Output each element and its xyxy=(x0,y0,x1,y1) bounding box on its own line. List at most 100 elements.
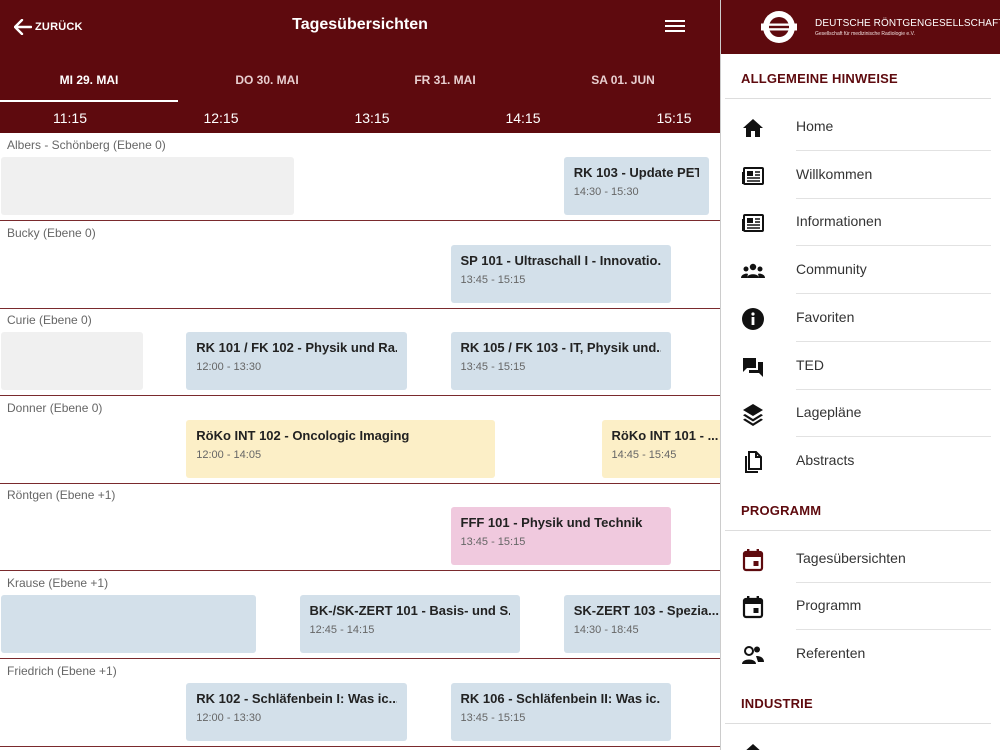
session-title: RK 106 - Schläfenbein II: Was ic... xyxy=(460,690,662,706)
drg-logo-icon xyxy=(743,9,815,45)
session-time: 14:30 - 18:45 xyxy=(573,624,639,636)
menu-item-referenten[interactable]: Referenten xyxy=(721,631,1000,678)
session-title: RöKo INT 101 - ... xyxy=(611,427,719,443)
document-icon xyxy=(741,450,765,474)
room-row-donner: Donner (Ebene 0) RöKo INT 102 - Oncologic… xyxy=(0,396,720,484)
room-name: Röntgen (Ebene +1) xyxy=(7,488,116,503)
menu-item-item[interactable] xyxy=(721,729,1000,750)
menu-item-label: Programm xyxy=(796,597,862,614)
chat-icon xyxy=(741,355,765,379)
menu-item-label: Tagesübersichten xyxy=(796,549,906,566)
session-time: 14:30 - 15:30 xyxy=(573,186,639,198)
room-row-albers: Albers - Schönberg (Ebene 0) RK 103 - Upd… xyxy=(0,133,720,221)
session-title: BK-/SK-ZERT 101 - Basis- und S... xyxy=(309,603,511,618)
group-icon xyxy=(741,259,765,283)
room-name: Albers - Schönberg (Ebene 0) xyxy=(7,138,166,152)
time-axis: 11:15 12:15 13:15 14:15 15:15 xyxy=(0,110,720,132)
info-icon xyxy=(741,307,765,331)
org-subtitle: Gesellschaft für medizinische Radiologie… xyxy=(815,31,915,37)
day-tab-2[interactable]: DO 30. MAI xyxy=(178,62,356,102)
menu-item-favoriten[interactable]: Favoriten xyxy=(721,295,1000,342)
section-title-allgemeine-hinweise: ALLGEMEINE HINWEISE xyxy=(741,71,898,86)
home-icon xyxy=(741,116,765,140)
menu-item-community[interactable]: Community xyxy=(721,247,1000,295)
menu-item-lagepl-ne[interactable]: Lagepläne xyxy=(721,390,1000,438)
room-row-friedrich: Friedrich (Ebene +1) RK 102 - Schläfenbei… xyxy=(0,659,720,747)
time-label: 14:15 xyxy=(505,110,541,126)
session-time: 13:45 - 15:15 xyxy=(460,361,526,374)
session-card[interactable]: BK-/SK-ZERT 101 - Basis- und S... 12:45 -… xyxy=(299,595,520,653)
navigation-drawer: DEUTSCHE RÖNTGENGESELLSCHAFT Gesellschaf… xyxy=(720,0,1000,750)
room-row-krause: Krause (Ebene +1) BK-/SK-ZERT 101 - Basis… xyxy=(0,571,720,659)
section-divider xyxy=(725,98,991,99)
menu-item-label: Community xyxy=(796,261,867,278)
calendar-icon xyxy=(741,548,765,572)
day-tab-3[interactable]: FR 31. MAI xyxy=(356,62,534,102)
menu-item-label: Home xyxy=(796,118,834,134)
room-name: Krause (Ebene +1) xyxy=(7,576,109,590)
menu-item-label: Favoriten xyxy=(796,308,855,325)
session-time: 12:00 - 14:05 xyxy=(196,448,262,461)
section-title-industrie: INDUSTRIE xyxy=(741,695,813,711)
session-time: 12:45 - 14:15 xyxy=(309,624,375,636)
room-row-curie: Curie (Ebene 0) RK 101 / FK 102 - Physik … xyxy=(0,308,720,397)
calendar-icon xyxy=(741,595,765,619)
menu-item-ted[interactable]: TED xyxy=(721,343,1000,390)
day-tabs: MI 29. MAI DO 30. MAI FR 31. MAI SA 01. … xyxy=(0,62,720,102)
section-title-programm: PROGRAMM xyxy=(741,502,822,518)
session-card[interactable]: SP 101 - Ultraschall I - Innovatio... 13:… xyxy=(450,244,671,303)
menu-item-abstracts[interactable]: Abstracts xyxy=(721,438,1000,485)
room-name: Donner (Ebene 0) xyxy=(7,400,103,415)
session-card[interactable] xyxy=(1,332,143,391)
home-icon xyxy=(741,741,765,750)
newspaper-icon xyxy=(741,164,765,188)
menu-button[interactable] xyxy=(664,17,686,37)
menu-item-informationen[interactable]: Informationen xyxy=(721,199,1000,247)
session-card[interactable]: FFF 101 - Physik und Technik 13:45 - 15:1… xyxy=(450,507,671,566)
session-title: SK-ZERT 103 - Spezia... xyxy=(573,603,719,618)
time-label: 13:15 xyxy=(354,110,390,126)
session-card[interactable]: RK 106 - Schläfenbein II: Was ic... 13:45… xyxy=(450,682,671,741)
session-title: RK 101 / FK 102 - Physik und Ra... xyxy=(196,340,397,356)
session-title: RK 103 - Update PET... xyxy=(573,165,699,180)
session-card[interactable]: RöKo INT 101 - ... 14:45 - 15:45 xyxy=(601,419,720,478)
menu-item-label: Abstracts xyxy=(796,451,855,468)
layers-icon xyxy=(741,402,765,427)
session-time: 12:00 - 13:30 xyxy=(196,711,262,724)
hamburger-icon-bar xyxy=(665,30,685,32)
session-time: 12:00 - 13:30 xyxy=(196,361,262,374)
time-label: 15:15 xyxy=(656,110,692,126)
time-label: 11:15 xyxy=(53,110,87,126)
session-card[interactable] xyxy=(1,595,256,653)
session-title: RK 105 / FK 103 - IT, Physik und... xyxy=(460,340,662,356)
menu-item-label: Referenten xyxy=(796,645,866,661)
drawer-header: DEUTSCHE RÖNTGENGESELLSCHAFT Gesellschaf… xyxy=(721,0,1000,54)
session-title: RöKo INT 102 - Oncologic Imaging xyxy=(196,427,410,443)
hamburger-icon xyxy=(665,20,685,22)
day-tab-1[interactable]: MI 29. MAI xyxy=(0,62,178,102)
room-name: Friedrich (Ebene +1) xyxy=(7,663,117,678)
session-time: 14:45 - 15:45 xyxy=(611,448,677,461)
menu-item-home[interactable]: Home xyxy=(721,104,1000,151)
session-card[interactable]: RöKo INT 102 - Oncologic Imaging 12:00 - … xyxy=(186,419,495,478)
session-title: FFF 101 - Physik und Technik xyxy=(460,515,643,531)
speakers-icon xyxy=(741,643,765,667)
menu-item-willkommen[interactable]: Willkommen xyxy=(721,152,1000,199)
menu-item-label: TED xyxy=(796,356,824,373)
day-tab-4[interactable]: SA 01. JUN xyxy=(534,62,712,102)
hamburger-icon-bar xyxy=(665,25,685,27)
room-name: Curie (Ebene 0) xyxy=(7,313,92,328)
menu-item-label: Informationen xyxy=(796,213,882,230)
session-card[interactable]: RK 105 / FK 103 - IT, Physik und... 13:45… xyxy=(450,332,671,391)
section-divider xyxy=(725,722,991,724)
session-card[interactable] xyxy=(1,157,294,215)
session-card[interactable]: RK 101 / FK 102 - Physik und Ra... 12:00 … xyxy=(186,332,407,391)
session-time: 13:45 - 15:15 xyxy=(460,273,526,286)
org-name: DEUTSCHE RÖNTGENGESELLSCHAFT xyxy=(815,18,1000,29)
session-card[interactable]: RK 103 - Update PET... 14:30 - 15:30 xyxy=(563,157,709,215)
session-time: 13:45 - 15:15 xyxy=(460,536,526,549)
menu-item-programm[interactable]: Programm xyxy=(721,583,1000,631)
menu-item-tages-bersichten[interactable]: Tagesübersichten xyxy=(721,536,1000,583)
session-card[interactable]: RK 102 - Schläfenbein I: Was ic... 12:00 … xyxy=(186,682,407,741)
session-card[interactable]: SK-ZERT 103 - Spezia... 14:30 - 18:45 xyxy=(563,595,720,653)
